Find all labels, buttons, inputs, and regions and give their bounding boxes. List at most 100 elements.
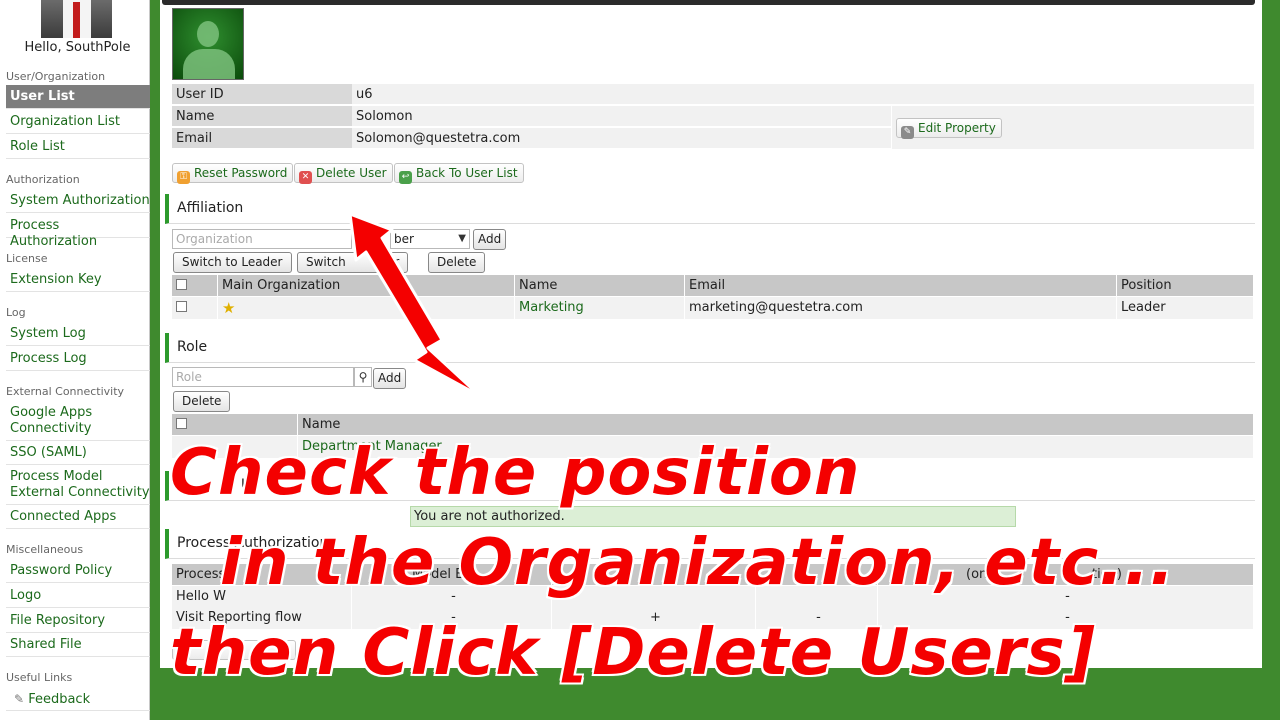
proc-row-1-c1: - <box>352 586 552 608</box>
switch-to-member-button[interactable]: Switch er <box>297 252 408 273</box>
key-icon: ⚿ <box>177 171 190 184</box>
role-header-name: Name <box>298 414 1254 435</box>
role-select-all-checkbox[interactable] <box>176 418 187 429</box>
name-label: Name <box>172 106 352 127</box>
not-authorized-notice: You are not authorized. <box>410 506 1016 527</box>
proc-row-1-name: Hello W <box>172 586 352 608</box>
section-useful-links: Useful Links <box>6 671 73 684</box>
section-external: External Connectivity <box>6 385 125 398</box>
sidebar-item-system-log[interactable]: System Log <box>6 322 150 346</box>
sidebar-item-feedback[interactable]: ✎ Feedback <box>6 687 150 711</box>
star-icon: ★ <box>222 299 236 317</box>
user-id-value: u6 <box>352 84 1254 105</box>
back-icon: ↩ <box>399 171 412 184</box>
sidebar-item-file-repository[interactable]: File Repository <box>6 609 150 633</box>
email-value: Solomon@questetra.com <box>352 128 891 149</box>
delete-role-button[interactable]: Delete <box>173 391 231 412</box>
proc-header-model-edit: Model Ed <box>352 564 552 585</box>
proc-header-col4-fragment: (on <box>966 567 988 582</box>
role-header-select <box>172 414 298 435</box>
proc-header-col2 <box>552 564 756 585</box>
sidebar-item-process-log[interactable]: Process Log <box>6 347 150 371</box>
delete-user-button[interactable]: ✕ Delete User <box>294 163 393 184</box>
header-email: Email <box>685 275 1117 296</box>
process-auth-button[interactable]: + <box>172 640 296 661</box>
edit-property-label: Edit Property <box>918 121 996 135</box>
position-select-value: ber <box>394 232 414 246</box>
reset-password-button[interactable]: ⚿ Reset Password <box>172 163 294 184</box>
proc-row-2-c3: - <box>756 607 878 629</box>
switch-to-member-suffix: er <box>387 255 400 269</box>
avatar[interactable] <box>41 0 112 38</box>
delete-user-label: Delete User <box>316 166 387 180</box>
sidebar-item-connected-apps[interactable]: Connected Apps <box>6 505 150 529</box>
proc-header-col4: (on tion) <box>878 564 1254 585</box>
sidebar-item-extension-key[interactable]: Extension Key <box>6 268 150 292</box>
search-icon[interactable]: ⚲ <box>354 367 372 387</box>
switch-to-leader-button[interactable]: Switch to Leader <box>173 252 292 273</box>
edit-icon: ✎ <box>901 126 914 139</box>
user-id-label: User ID <box>172 84 352 105</box>
header-name: Name <box>515 275 685 296</box>
main-org-cell: ★ <box>218 297 515 319</box>
proc-row-2-c4: - <box>878 607 1254 629</box>
organization-input[interactable]: Organization <box>172 229 352 249</box>
proc-row-1-c4: - <box>878 586 1254 608</box>
system-authorization-fragment: U <box>241 477 252 493</box>
delete-icon: ✕ <box>299 171 312 184</box>
sidebar: Hello, SouthPole User/Organization User … <box>0 0 150 720</box>
greeting: Hello, SouthPole <box>24 40 131 55</box>
reset-password-label: Reset Password <box>194 166 288 180</box>
system-authorization-heading: U <box>165 471 1255 501</box>
section-license: License <box>6 252 48 265</box>
feedback-label: Feedback <box>28 692 91 707</box>
add-organization-button[interactable]: Add <box>473 229 507 250</box>
process-authorization-heading: Process Authorization <box>165 529 1255 559</box>
select-all-checkbox[interactable] <box>176 279 187 290</box>
affiliation-heading: Affiliation <box>165 194 1255 224</box>
role-heading: Role <box>165 333 1255 363</box>
sidebar-item-logo[interactable]: Logo <box>6 584 150 608</box>
org-name-link[interactable]: Marketing <box>515 297 685 319</box>
edit-property-button[interactable]: ✎ Edit Property <box>896 118 1002 139</box>
proc-row-2-name: Visit Reporting flow <box>172 607 352 629</box>
sidebar-item-process-authorization[interactable]: Process Authorization <box>6 214 150 249</box>
process-auth-icon: + <box>177 648 190 661</box>
sidebar-item-password-policy[interactable]: Password Policy <box>6 559 150 583</box>
section-log: Log <box>6 306 26 319</box>
user-photo <box>172 8 244 80</box>
sidebar-item-google-apps[interactable]: Google Apps Connectivity <box>6 401 150 441</box>
sidebar-item-organization-list[interactable]: Organization List <box>6 110 150 134</box>
switch-to-member-label: Switch <box>306 255 346 269</box>
proc-row-2-c2: + <box>552 607 756 629</box>
section-authorization: Authorization <box>6 173 80 186</box>
org-position-cell: Leader <box>1117 297 1254 319</box>
name-value: Solomon <box>352 106 891 127</box>
proc-row-2-c1: - <box>352 607 552 629</box>
chevron-down-icon: ▼ <box>458 233 466 244</box>
org-email-cell: marketing@questetra.com <box>685 297 1117 319</box>
feedback-icon: ✎ <box>14 692 25 706</box>
role-input[interactable]: Role <box>172 367 354 387</box>
section-misc: Miscellaneous <box>6 543 84 556</box>
email-label: Email <box>172 128 352 149</box>
back-to-user-list-button[interactable]: ↩ Back To User List <box>394 163 524 184</box>
add-role-button[interactable]: Add <box>373 368 407 389</box>
header-main-organization: Main Organization <box>218 275 515 296</box>
proc-row-1-c3 <box>756 586 878 608</box>
position-select[interactable]: ber ▼ <box>390 229 470 249</box>
sidebar-item-sso[interactable]: SSO (SAML) <box>6 441 150 465</box>
delete-affiliation-button[interactable]: Delete <box>428 252 486 273</box>
sidebar-item-user-list[interactable]: User List <box>6 85 150 109</box>
sidebar-item-role-list[interactable]: Role List <box>6 135 150 159</box>
sidebar-item-system-authorization[interactable]: System Authorization <box>6 189 150 213</box>
row-checkbox[interactable] <box>176 301 187 312</box>
proc-header-process: Process <box>172 564 352 585</box>
top-bar <box>162 0 1255 5</box>
section-user-org: User/Organization <box>6 70 106 83</box>
sidebar-item-process-model-external[interactable]: Process Model External Connectivity <box>6 465 150 505</box>
sidebar-item-shared-file[interactable]: Shared File <box>6 633 150 657</box>
header-position: Position <box>1117 275 1254 296</box>
role-name-link[interactable]: Department Manager <box>298 436 1254 458</box>
proc-header-col3 <box>756 564 878 585</box>
